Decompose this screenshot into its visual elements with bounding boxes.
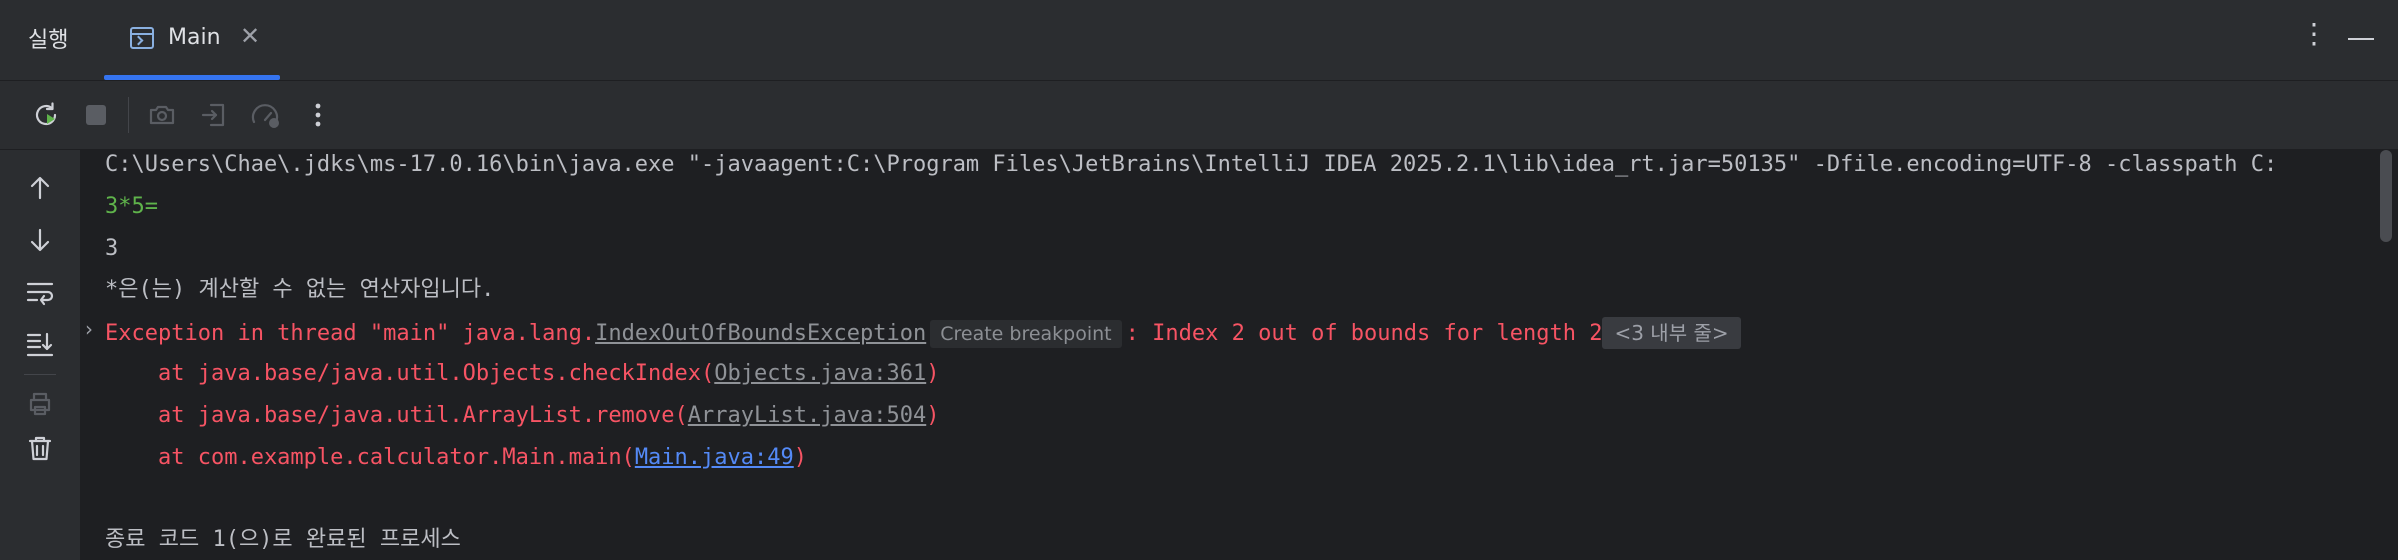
exit-code-line: 종료 코드 1(으)로 완료된 프로세스	[105, 527, 461, 552]
output-line: 3	[105, 236, 119, 261]
vertical-scrollbar[interactable]	[2380, 150, 2392, 242]
message-line: *은(는) 계산할 수 없는 연산자입니다.	[105, 277, 495, 302]
close-icon[interactable]: ✕	[240, 24, 260, 48]
tab-main[interactable]: Main ✕	[104, 0, 280, 80]
active-tab-indicator	[104, 75, 280, 80]
stack-frame: at java.base/java.util.Objects.checkInde…	[105, 359, 939, 389]
exit-icon[interactable]	[196, 97, 232, 133]
create-breakpoint-hint[interactable]: Create breakpoint	[930, 320, 1122, 348]
console-output[interactable]: C:\Users\Chae\.jdks\ms-17.0.16\bin\java.…	[81, 150, 2398, 560]
arrow-up-icon[interactable]	[22, 170, 58, 206]
stack-frame-text: at java.base/java.util.ArrayList.remove(	[105, 403, 688, 428]
folded-lines-badge[interactable]: <3 내부 줄>	[1602, 317, 1741, 349]
stack-frame-suffix: )	[926, 361, 940, 386]
stack-frame-suffix: )	[926, 403, 940, 428]
stack-frame-link[interactable]: Objects.java:361	[714, 361, 926, 386]
user-input-line: 3*5=	[105, 194, 158, 219]
soft-wrap-icon[interactable]	[22, 274, 58, 310]
stop-icon[interactable]	[78, 97, 114, 133]
stack-frame-link[interactable]: ArrayList.java:504	[688, 403, 926, 428]
trash-icon[interactable]	[22, 430, 58, 466]
expand-chevron-icon[interactable]: ›	[85, 317, 93, 341]
command-line: C:\Users\Chae\.jdks\ms-17.0.16\bin\java.…	[105, 152, 2278, 177]
stack-frame-link[interactable]: Main.java:49	[635, 445, 794, 470]
exception-prefix: Exception in thread "main" java.lang.	[105, 321, 596, 346]
toolbar-separator	[128, 97, 129, 133]
console-icon	[130, 27, 154, 49]
scroll-to-end-icon[interactable]	[22, 326, 58, 362]
exception-class-link[interactable]: IndexOutOfBoundsException	[595, 321, 926, 346]
stack-frame: at java.base/java.util.ArrayList.remove(…	[105, 401, 940, 431]
exception-message: : Index 2 out of bounds for length 2	[1125, 321, 1603, 346]
run-tool-window-header: 실행 Main ✕ ⋮	[0, 0, 2398, 81]
console-sidebar	[0, 150, 81, 560]
sidebar-separator	[24, 374, 56, 375]
run-toolbar	[0, 81, 2398, 150]
run-label: 실행	[28, 28, 69, 53]
more-icon[interactable]	[300, 97, 336, 133]
stack-frame-text: at java.base/java.util.Objects.checkInde…	[105, 361, 715, 386]
stack-frame-text: at com.example.calculator.Main.main(	[105, 445, 635, 470]
profiler-icon[interactable]	[248, 97, 284, 133]
more-options-icon[interactable]: ⋮	[2300, 20, 2328, 48]
minimize-icon[interactable]	[2348, 38, 2374, 40]
print-icon[interactable]	[22, 386, 58, 422]
exception-line: Exception in thread "main" java.lang.Ind…	[105, 317, 1741, 349]
stack-frame-suffix: )	[793, 445, 808, 470]
tab-label: Main	[168, 25, 221, 50]
stack-frame: at com.example.calculator.Main.main(Main…	[105, 443, 807, 473]
arrow-down-icon[interactable]	[22, 222, 58, 258]
screenshot-icon[interactable]	[144, 97, 180, 133]
rerun-icon[interactable]	[28, 97, 64, 133]
